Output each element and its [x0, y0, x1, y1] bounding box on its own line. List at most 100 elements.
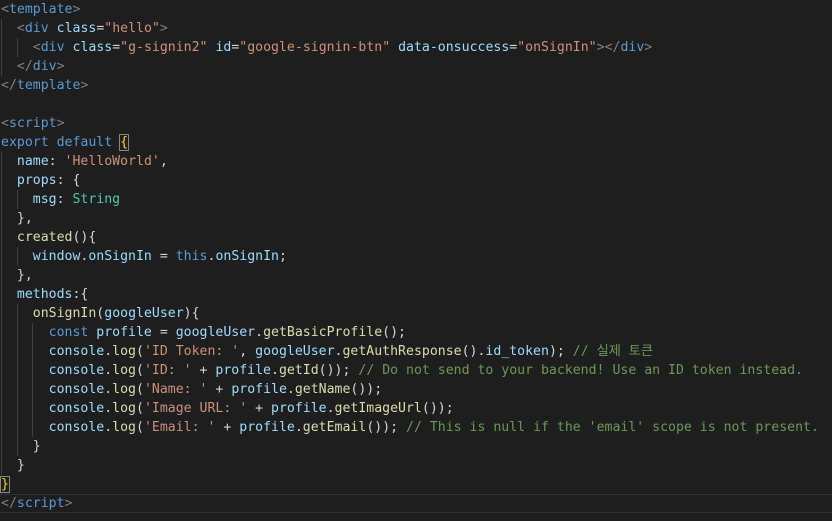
- code-token: onSignIn: [32, 306, 97, 321]
- code-line[interactable]: },: [0, 266, 832, 285]
- code-line[interactable]: <div class="g-signin2" id="google-signin…: [0, 38, 832, 57]
- code-text: console.log('Name: ' + profile.getName()…: [1, 380, 383, 399]
- code-token: >: [159, 21, 168, 36]
- code-token: ,: [239, 344, 256, 359]
- code-token: methods: [16, 287, 73, 302]
- code-token: >: [80, 78, 89, 93]
- code-text: msg: String: [1, 190, 120, 209]
- code-line[interactable]: methods:{: [0, 285, 832, 304]
- code-text: window.onSignIn = this.onSignIn;: [1, 247, 287, 266]
- code-token: id_token: [485, 344, 549, 359]
- code-token: div: [24, 21, 49, 36]
- code-text: }: [1, 456, 25, 475]
- code-token: googleUser: [255, 344, 335, 359]
- code-token: 'Image URL: ': [143, 401, 248, 416]
- code-token: .: [104, 344, 113, 359]
- code-line[interactable]: console.log('Name: ' + profile.getName()…: [0, 380, 832, 399]
- code-text: const profile = googleUser.getBasicProfi…: [1, 323, 406, 342]
- code-token: getEmail: [302, 420, 367, 435]
- code-text: <div class="hello">: [1, 19, 168, 38]
- code-token: :{: [72, 287, 89, 302]
- code-token: getAuthResponse: [342, 344, 462, 359]
- code-line[interactable]: },: [0, 209, 832, 228]
- code-token: googleUser: [104, 306, 184, 321]
- code-line[interactable]: window.onSignIn = this.onSignIn;: [0, 247, 832, 266]
- code-token: (){: [72, 230, 97, 245]
- code-text: export default {: [1, 133, 130, 152]
- code-text: props: {: [1, 171, 81, 190]
- code-token: }: [16, 458, 25, 473]
- code-token: getId: [278, 363, 319, 378]
- code-token: <: [1, 2, 9, 17]
- code-text: },: [1, 209, 33, 228]
- code-token: >: [64, 496, 73, 511]
- code-line[interactable]: }: [0, 475, 832, 494]
- code-line[interactable]: created(){: [0, 228, 832, 247]
- code-token: +: [207, 382, 232, 397]
- code-text: }: [1, 437, 41, 456]
- code-token: created: [16, 230, 73, 245]
- code-token: template: [8, 2, 73, 17]
- code-token: <: [16, 21, 25, 36]
- code-line[interactable]: export default {: [0, 133, 832, 152]
- code-line[interactable]: <div class="hello">: [0, 19, 832, 38]
- code-token: </: [1, 78, 17, 93]
- code-line[interactable]: <template>: [0, 0, 832, 19]
- code-line[interactable]: console.log('ID: ' + profile.getId()); /…: [0, 361, 832, 380]
- code-line[interactable]: <script>: [0, 114, 832, 133]
- code-line[interactable]: </script>: [0, 494, 832, 513]
- code-token: log: [112, 344, 136, 359]
- code-line[interactable]: }: [0, 456, 832, 475]
- code-token: getName: [294, 382, 351, 397]
- code-text: </div>: [1, 57, 65, 76]
- code-line[interactable]: props: {: [0, 171, 832, 190]
- code-token: const: [48, 325, 89, 340]
- code-token: profile: [215, 363, 271, 378]
- code-line[interactable]: [0, 95, 832, 114]
- code-token: <: [1, 116, 9, 131]
- code-token: "g-signin2": [120, 40, 208, 55]
- code-line[interactable]: onSignIn(googleUser){: [0, 304, 832, 323]
- code-text: <template>: [1, 0, 80, 19]
- code-token: .: [255, 325, 264, 340]
- code-line[interactable]: const profile = googleUser.getBasicProfi…: [0, 323, 832, 342]
- code-line[interactable]: console.log('Image URL: ' + profile.getI…: [0, 399, 832, 418]
- code-token: .: [271, 363, 279, 378]
- code-token: profile: [271, 401, 327, 416]
- code-line[interactable]: </template>: [0, 76, 832, 95]
- code-token: console: [48, 401, 105, 416]
- code-line[interactable]: </div>: [0, 57, 832, 76]
- code-token: ());: [421, 401, 454, 416]
- code-token: name: [16, 154, 49, 169]
- code-token: .: [104, 363, 113, 378]
- code-editor[interactable]: <template> <div class="hello"> <div clas…: [0, 0, 832, 521]
- code-token: window: [32, 249, 81, 264]
- code-token: =: [112, 40, 121, 55]
- code-line[interactable]: }: [0, 437, 832, 456]
- code-token: :: [56, 192, 73, 207]
- code-line[interactable]: console.log('Email: ' + profile.getEmail…: [0, 418, 832, 437]
- code-line[interactable]: msg: String: [0, 190, 832, 209]
- code-comment: // Do not send to your backend! Use an I…: [358, 363, 803, 378]
- code-token: getBasicProfile: [263, 325, 383, 340]
- code-token: >: [644, 40, 653, 55]
- code-token: log: [112, 401, 136, 416]
- code-comment: // 실제 토큰: [572, 344, 654, 359]
- code-token: }: [0, 476, 10, 493]
- code-token: },: [16, 211, 33, 226]
- code-line[interactable]: console.log('ID Token: ', googleUser.get…: [0, 342, 832, 361]
- code-token: (: [136, 382, 144, 397]
- code-token: googleUser: [175, 325, 256, 340]
- code-token: profile: [96, 325, 152, 340]
- code-line[interactable]: name: 'HelloWorld',: [0, 152, 832, 171]
